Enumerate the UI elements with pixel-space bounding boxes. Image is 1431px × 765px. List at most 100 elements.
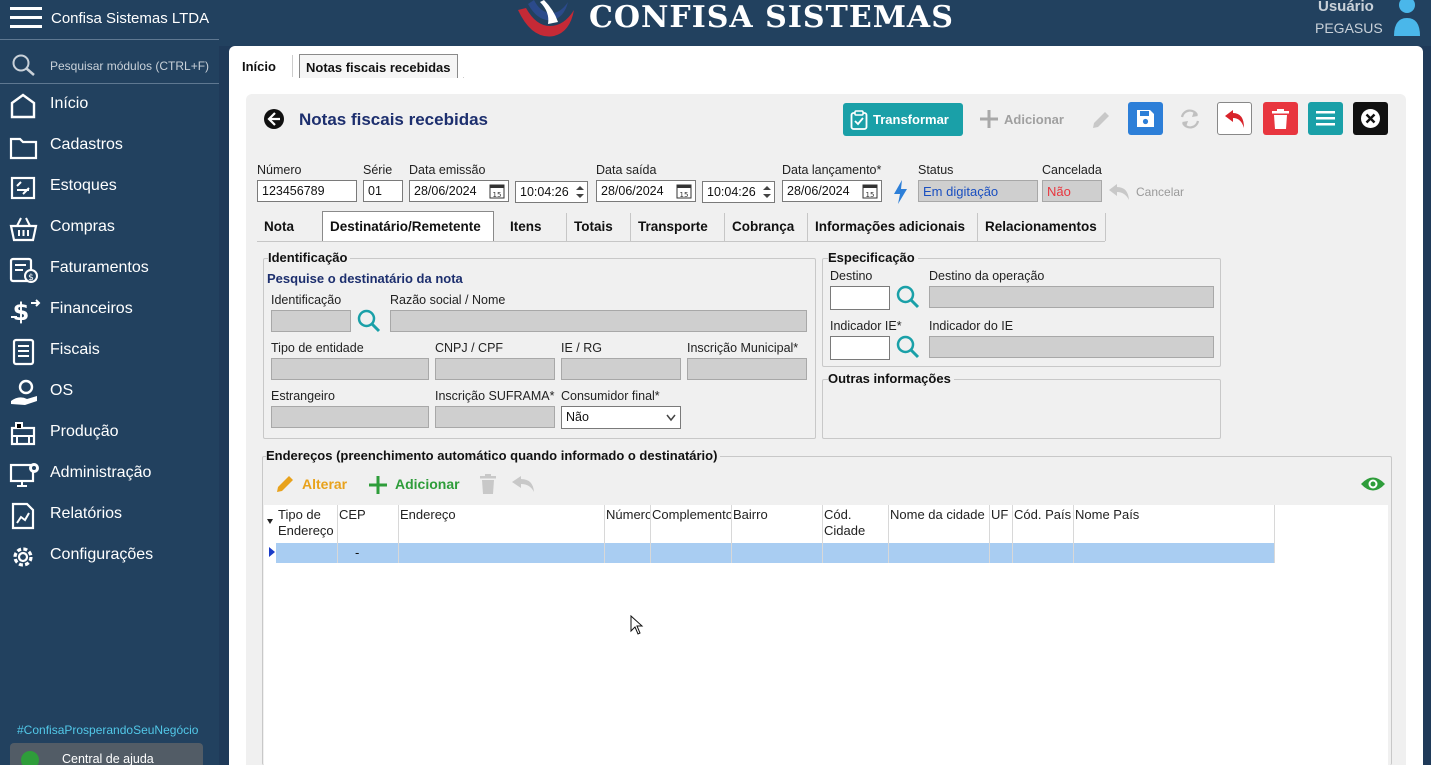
emissao-time-field[interactable]: 10:04:26 [515,181,588,203]
transform-label: Transformar [873,112,949,127]
destino-field[interactable] [830,286,890,310]
column-header[interactable]: Bairro [733,507,823,541]
trash-icon [1272,109,1289,129]
cancel-button[interactable]: Cancelar [1107,181,1187,203]
tab-label: Totais [574,219,613,234]
tab-relacionamentos[interactable]: Relacionamentos [978,212,1102,241]
gear-icon [13,547,33,567]
back-arrow-icon[interactable] [263,108,285,130]
svg-text:$: $ [13,298,30,325]
tab-notas-fiscais-label: Notas fiscais recebidas [306,60,451,75]
lightning-icon[interactable] [892,180,909,204]
menu-button[interactable] [1308,102,1343,135]
column-header[interactable]: Nome da cidade [890,507,990,541]
especificacao-title: Especificação [828,250,918,265]
column-header[interactable]: Endereço [400,507,605,541]
column-header[interactable]: UF [991,507,1013,541]
table-row[interactable] [276,543,1274,563]
sidebar-item-faturamentos[interactable]: $ Faturamentos [0,249,219,290]
search-icon[interactable] [356,308,382,334]
tab-destinatario-remetente[interactable]: Destinatário/Remetente [322,211,494,242]
cep-cell: - [355,545,360,560]
search-icon[interactable] [895,334,921,360]
sidebar-item-os[interactable]: OS [0,372,219,413]
time-spinner-icon[interactable] [761,183,773,201]
hand-gear-icon [11,379,37,405]
calendar-icon[interactable]: 15 [861,182,879,200]
saida-time-field[interactable]: 10:04:26 [702,181,775,203]
cnpj-field [435,358,555,380]
user-avatar-icon[interactable] [1392,0,1422,36]
pencil-icon [277,476,293,492]
column-header[interactable]: Tipo de Endereço [278,507,338,541]
tab-inicio[interactable]: Início [236,54,282,78]
serie-field[interactable]: 01 [363,180,403,202]
cancelada-field: Não [1042,180,1102,202]
undo-arrow-icon[interactable] [511,475,537,493]
time-spinner-icon[interactable] [574,183,586,201]
sidebar-item-fiscais[interactable]: Fiscais [0,331,219,372]
hashtag-text: #ConfisaProsperandoSeuNegócio [17,723,199,737]
search-icon[interactable] [895,284,921,310]
outras-title: Outras informações [828,371,954,386]
sidebar-item-label: Produção [50,423,119,440]
tab-label: Destinatário/Remetente [330,219,481,234]
add-button[interactable]: Adicionar [977,103,1072,136]
tab-nota[interactable]: Nota [257,212,317,241]
dollar-icon: $ [11,298,41,325]
sidebar-item-cadastros[interactable]: Cadastros [0,126,219,167]
sidebar-item-administracao[interactable]: Administração [0,454,219,495]
module-search[interactable]: Pesquisar módulos (CTRL+F) [0,44,219,84]
consumidor-select[interactable]: Não [561,406,681,429]
tab-notas-fiscais[interactable]: Notas fiscais recebidas [299,54,458,78]
help-center-button[interactable]: Central de ajuda [10,743,203,765]
tab-informacoes-adicionais[interactable]: Informações adicionais [808,212,972,241]
ind-ie-field[interactable] [830,336,890,360]
trash-icon[interactable] [480,474,496,494]
im-field [687,358,807,380]
tab-totais[interactable]: Totais [567,212,623,241]
adicionar-endereco-button[interactable]: Adicionar [367,472,467,496]
column-header[interactable]: Nome País [1075,507,1275,541]
refresh-icon[interactable] [1178,108,1202,130]
alterar-button[interactable]: Alterar [274,472,354,496]
delete-button[interactable] [1263,102,1298,135]
sidebar-item-inicio[interactable]: Início [0,85,219,126]
tab-cobranca[interactable]: Cobrança [725,212,799,241]
close-button[interactable] [1353,102,1388,135]
tab-label: Nota [264,219,294,234]
column-header[interactable]: Cód. Cidade [824,507,889,541]
lancamento-date-field[interactable]: 28/06/2024 15 [782,180,882,202]
search-hint: Pesquise o destinatário da nota [267,271,463,286]
sidebar-item-relatorios[interactable]: Relatórios [0,495,219,536]
calendar-icon[interactable]: 15 [675,182,693,200]
tab-itens[interactable]: Itens [503,212,559,241]
hamburger-icon[interactable] [10,5,42,31]
sidebar-item-producao[interactable]: Produção [0,413,219,454]
sidebar-item-compras[interactable]: Compras [0,208,219,249]
emissao-date-field[interactable]: 28/06/2024 15 [409,180,509,202]
sidebar-item-financeiros[interactable]: $ Financeiros [0,290,219,331]
eye-icon[interactable] [1360,475,1386,493]
lancamento-date-value: 28/06/2024 [787,184,850,198]
save-button[interactable] [1128,102,1163,135]
transform-button[interactable]: Transformar [843,103,963,136]
undo-button[interactable] [1217,102,1252,135]
ind-ie-label: Indicador IE* [830,319,902,333]
column-header[interactable]: CEP [339,507,399,541]
id-field[interactable] [271,310,351,332]
destino-label: Destino [830,269,873,283]
column-header[interactable]: Número [606,507,651,541]
tab-transporte[interactable]: Transporte [631,212,717,241]
numero-field[interactable]: 123456789 [257,180,357,202]
column-header[interactable]: Cód. País [1014,507,1074,541]
column-header[interactable]: Complemento [652,507,732,541]
sidebar-item-estoques[interactable]: Estoques [0,167,219,208]
sidebar-item-label: Cadastros [50,136,123,153]
help-label: Central de ajuda [62,752,154,765]
sidebar-item-configuracoes[interactable]: Configurações [0,536,219,577]
calendar-icon[interactable]: 15 [488,182,506,200]
clipboard-check-icon [850,110,868,130]
edit-pencil-icon[interactable] [1090,109,1112,131]
saida-date-field[interactable]: 28/06/2024 15 [596,180,696,202]
